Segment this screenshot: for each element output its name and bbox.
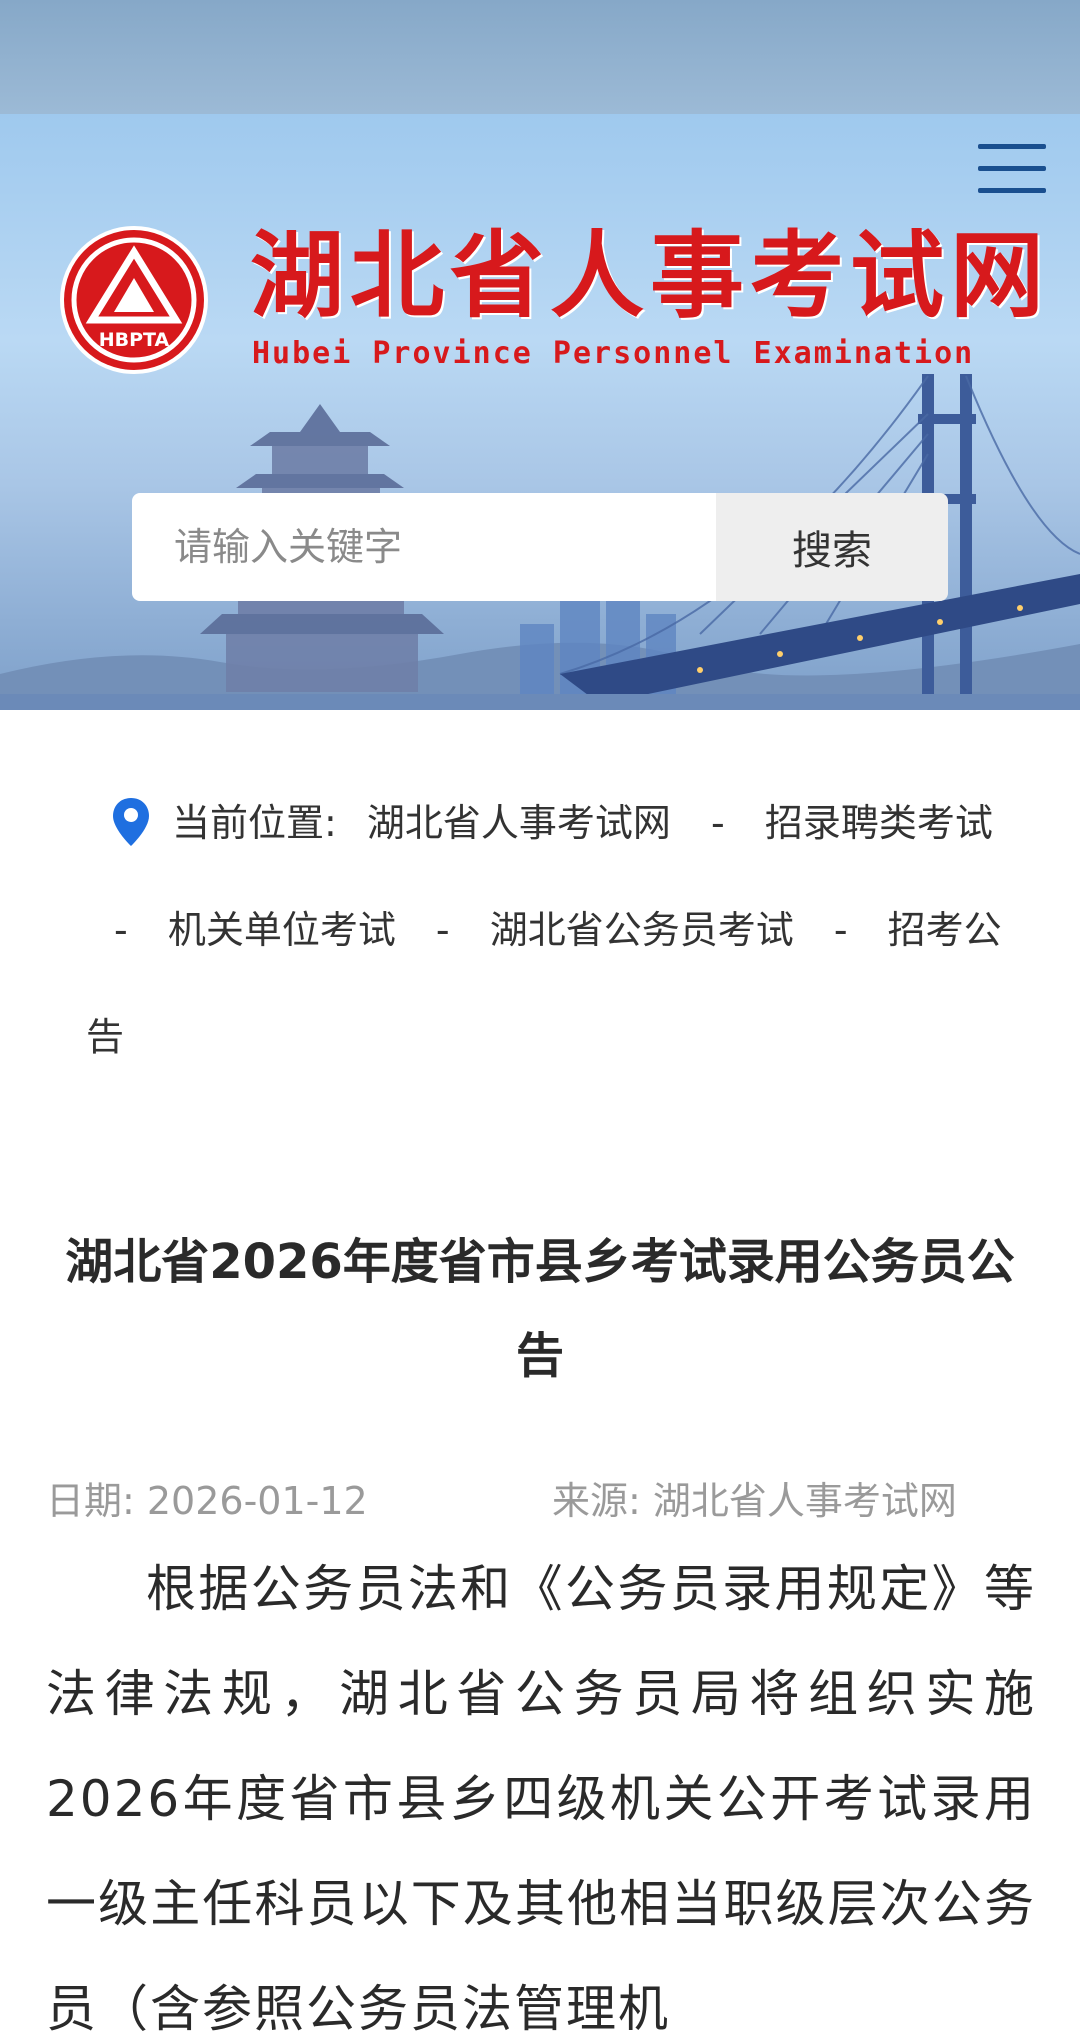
breadcrumb: 当前位置: 湖北省人事考试网 - 招录聘类考试 - 机关单位考试 - 湖北省公务…	[86, 770, 1006, 1091]
search-button[interactable]: 搜索	[716, 493, 948, 601]
svg-text:HBPTA: HBPTA	[99, 329, 170, 351]
location-pin-icon	[113, 798, 149, 846]
site-subtitle: Hubei Province Personnel Examination	[252, 336, 975, 371]
article-date: 日期: 2026-01-12	[46, 1479, 368, 1523]
search-bar: 搜索	[132, 493, 948, 601]
breadcrumb-label: 当前位置:	[172, 801, 337, 845]
breadcrumb-item-recruitment-exams[interactable]: 招录聘类考试	[765, 801, 993, 845]
article-source: 来源: 湖北省人事考试网	[552, 1479, 957, 1523]
article-body: 根据公务员法和《公务员录用规定》等法律法规，湖北省公务员局将组织实施2026年度…	[46, 1560, 1036, 2038]
breadcrumb-item-home[interactable]: 湖北省人事考试网	[367, 801, 671, 845]
top-status-bar	[0, 0, 1080, 114]
search-input[interactable]	[132, 493, 716, 601]
breadcrumb-separator: -	[435, 908, 450, 952]
hbpta-logo-emblem: HBPTA	[60, 226, 208, 374]
article-meta: 日期: 2026-01-12 来源: 湖北省人事考试网	[46, 1470, 1036, 1530]
article-title: 湖北省2026年度省市县乡考试录用公务员公告	[65, 1234, 1015, 1384]
breadcrumb-item-government-agency-exams[interactable]: 机关单位考试	[168, 908, 396, 952]
breadcrumb-item-civil-servant-exam[interactable]: 湖北省公务员考试	[490, 908, 794, 952]
banner-cityscape-image	[0, 374, 1080, 710]
breadcrumb-separator: -	[114, 908, 128, 952]
hamburger-menu-icon[interactable]	[978, 140, 1048, 196]
breadcrumb-separator: -	[833, 908, 848, 952]
breadcrumb-separator: -	[711, 801, 725, 845]
site-title: 湖北省人事考试网	[250, 222, 1051, 331]
header-banner	[0, 114, 1080, 710]
